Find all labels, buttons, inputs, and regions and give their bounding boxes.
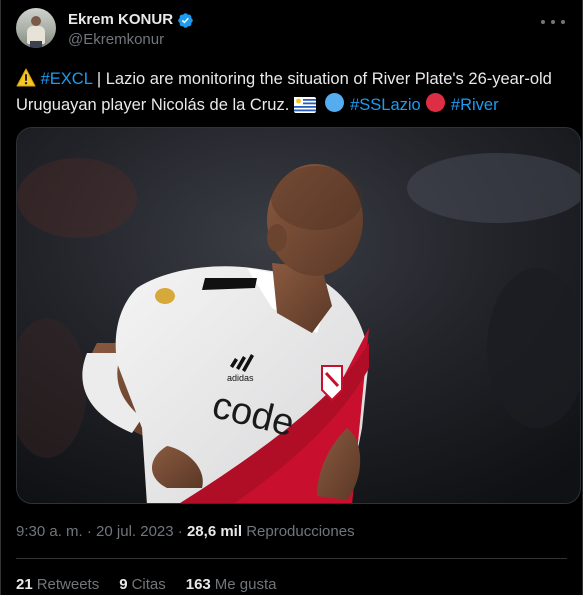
author-display-name[interactable]: Ekrem KONUR <box>68 10 173 30</box>
tweet-meta: 9:30 a. m. · 20 jul. 2023 · 28,6 mil Rep… <box>16 522 355 542</box>
more-dot <box>561 20 565 24</box>
warning-emoji-icon <box>16 68 36 87</box>
quotes-label: Citas <box>131 576 166 593</box>
likes-stat[interactable]: 163 Me gusta <box>186 575 277 595</box>
retweets-label: Retweets <box>36 576 100 593</box>
red-circle-icon <box>426 93 446 112</box>
hashtag-excl[interactable]: #EXCL <box>41 70 93 88</box>
tweet-media-photo[interactable]: adidas code <box>16 127 581 504</box>
tweet-card: Ekrem KONUR @Ekremkonur #EXCL | Lazio ar… <box>0 0 583 595</box>
meta-separator: · <box>86 523 92 540</box>
tweet-text: #EXCL | Lazio are monitoring the situati… <box>16 66 556 118</box>
hashtag-sslazio[interactable]: #SSLazio <box>350 96 421 114</box>
tweet-stats: 21 Retweets 9 Citas 163 Me gusta <box>16 575 276 595</box>
quotes-stat[interactable]: 9 Citas <box>119 575 166 595</box>
tweet-header: Ekrem KONUR @Ekremkonur <box>16 8 567 52</box>
quotes-count: 9 <box>119 576 128 593</box>
meta-separator-2: · <box>177 523 183 540</box>
player-photo: adidas code <box>17 128 580 503</box>
more-dot <box>541 20 545 24</box>
likes-count: 163 <box>185 576 211 593</box>
retweets-count: 21 <box>16 576 33 593</box>
avatar-head <box>31 16 41 26</box>
more-dot <box>551 20 555 24</box>
verified-badge-icon <box>178 12 193 28</box>
views-count: 28,6 mil <box>186 523 243 540</box>
author-handle[interactable]: @Ekremkonur <box>68 30 194 50</box>
display-name-row: Ekrem KONUR <box>68 10 194 30</box>
tweet-date[interactable]: 20 jul. 2023 <box>96 523 174 540</box>
likes-label: Me gusta <box>214 576 277 593</box>
avatar[interactable] <box>16 8 56 48</box>
hashtag-river[interactable]: #River <box>451 96 499 114</box>
light-blue-circle-icon <box>325 93 345 112</box>
views-label: Reproducciones <box>246 523 355 540</box>
stats-divider <box>16 558 567 559</box>
author-names: Ekrem KONUR @Ekremkonur <box>68 10 194 50</box>
avatar-legs <box>30 41 42 48</box>
more-options-icon[interactable] <box>541 12 565 32</box>
uruguay-flag-icon <box>293 97 316 113</box>
kit-brand-text: adidas <box>227 373 254 383</box>
tweet-time[interactable]: 9:30 a. m. <box>16 523 83 540</box>
retweets-stat[interactable]: 21 Retweets <box>16 575 99 595</box>
